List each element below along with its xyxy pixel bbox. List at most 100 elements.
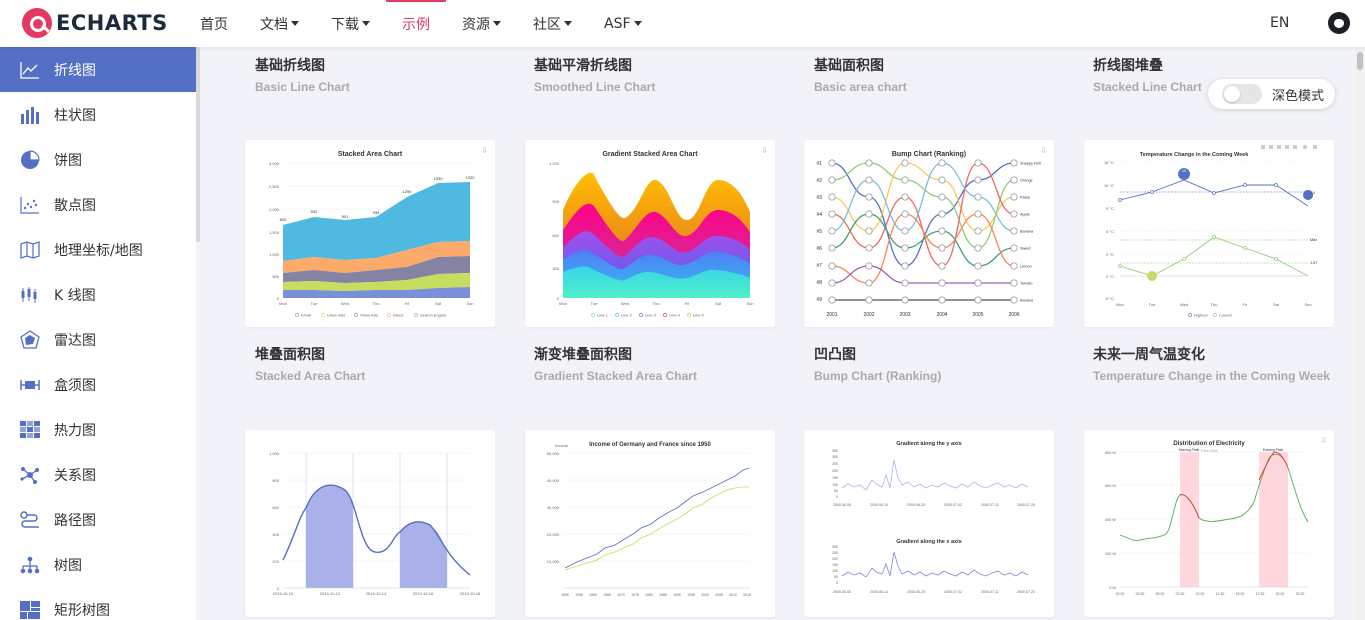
x-tick: 2019-10-12 <box>320 591 341 596</box>
rank-label: #3 <box>816 195 822 201</box>
nav-home[interactable]: 首页 <box>184 0 244 47</box>
nav-community[interactable]: 社区 <box>517 0 588 47</box>
rank-label: #9 <box>816 297 822 303</box>
thumb-electricity[interactable]: ⇩ Distribution of Electricity Fake Data … <box>1084 430 1334 617</box>
sidebar-item-map[interactable]: 地理坐标/地图 <box>0 227 196 272</box>
bar-chart-icon <box>20 105 40 125</box>
nav-asf[interactable]: ASF <box>588 0 658 47</box>
x-tick: 1950 <box>561 593 569 597</box>
language-switch[interactable]: EN <box>1270 15 1289 31</box>
heatmap-icon <box>20 420 40 440</box>
x-tick: 2000-07-20 <box>1017 590 1035 594</box>
nav-resources[interactable]: 资源 <box>446 0 517 47</box>
y-tick: 10 °C <box>1104 183 1114 188</box>
y-tick: 0 W <box>1109 586 1116 590</box>
sidebar-item-radar[interactable]: 雷达图 <box>0 317 196 362</box>
y-tick: 1,000 <box>269 252 280 257</box>
series-label: Pasta <box>1020 196 1031 200</box>
sidebar-item-line[interactable]: 折线图 <box>0 47 196 92</box>
example-subtitle: Temperature Change in the Coming Week <box>1093 369 1330 383</box>
legend-item: Email <box>301 313 311 318</box>
example-title[interactable]: 折线图堆叠 <box>1093 55 1163 75</box>
nav-label: 资源 <box>462 16 490 33</box>
sidebar-item-pie[interactable]: 饼图 <box>0 137 196 182</box>
thumb-income[interactable]: Income of Germany and France since 1950 … <box>525 430 775 617</box>
thumb-gradient-axis[interactable]: Gradient along the y axis 0 50 100 150 2… <box>804 430 1054 617</box>
page-scrollbar-thumb[interactable] <box>1357 52 1363 70</box>
series-label: Snappy Fish <box>1020 162 1041 166</box>
y-tick: 5 °C <box>1106 206 1114 211</box>
main-nav: 首页 文档 下载 示例 资源 社区 ASF <box>184 0 658 47</box>
x-tick: 1970 <box>617 593 625 597</box>
data-label: 1330 <box>434 176 444 181</box>
nav-label: 下载 <box>331 16 359 33</box>
x-tick: 00:00 <box>1116 592 1125 596</box>
thumb-bump-chart[interactable]: ⇩ Bump Chart (Ranking) #1 #2 #3 #4 #5 #6… <box>804 140 1054 327</box>
y-tick: 800 <box>272 478 279 483</box>
x-tick: 2000-07-11 <box>981 590 999 594</box>
dark-mode-switch[interactable] <box>1222 84 1262 104</box>
y-tick: 200 W <box>1105 552 1116 556</box>
y-tick: 300 <box>552 266 559 271</box>
nav-docs[interactable]: 文档 <box>244 0 315 47</box>
x-tick: Fri <box>405 301 410 306</box>
sidebar-item-graph[interactable]: 关系图 <box>0 452 196 497</box>
download-icon: ⇩ <box>481 146 488 155</box>
example-title[interactable]: 基础面积图 <box>814 55 884 75</box>
y-tick: -5 °C <box>1105 296 1114 301</box>
github-icon[interactable] <box>1328 12 1350 34</box>
nav-label: 首页 <box>200 16 228 33</box>
download-icon: ⇩ <box>1320 436 1327 445</box>
example-title[interactable]: 基础折线图 <box>255 55 325 75</box>
sidebar-item-label: 雷达图 <box>54 332 96 349</box>
sidebar-item-treemap[interactable]: 矩形树图 <box>0 587 196 620</box>
thumb-stacked-area[interactable]: ⇩ Stacked Area Chart 0 500 1,000 1,500 2… <box>245 140 495 327</box>
y-tick: 350 <box>832 449 838 453</box>
top-navbar: ECHARTS 首页 文档 下载 示例 资源 社区 ASF EN <box>0 0 1365 47</box>
legend-item: Line 1 <box>597 313 609 318</box>
chart-title: Distribution of Electricity <box>1173 441 1245 447</box>
thumb-gradient-stacked-area[interactable]: ⇩ Gradient Stacked Area Chart 0 300 600 … <box>525 140 775 327</box>
rank-label: #5 <box>816 229 822 235</box>
page-scrollbar[interactable] <box>1355 47 1365 620</box>
x-tick: Tue <box>311 301 319 306</box>
rank-label: #2 <box>816 178 822 184</box>
nav-download[interactable]: 下载 <box>315 0 386 47</box>
sidebar-item-tree[interactable]: 树图 <box>0 542 196 587</box>
sidebar-item-boxplot[interactable]: 盒须图 <box>0 362 196 407</box>
x-tick: 2015 <box>743 593 751 597</box>
thumb-temperature-change[interactable]: Temperature Change in the Coming Week 15… <box>1084 140 1334 327</box>
peak-label: Evening Peak <box>1263 448 1284 452</box>
candlestick-icon <box>20 285 40 305</box>
example-subtitle: Stacked Line Chart <box>1093 80 1202 94</box>
sidebar-item-heatmap[interactable]: 热力图 <box>0 407 196 452</box>
series-label: Sweet <box>1020 247 1031 251</box>
example-title[interactable]: 堆叠面积图 <box>255 344 325 364</box>
x-tick: 2000-06-14 <box>870 503 888 507</box>
nav-label: ASF <box>604 15 631 32</box>
x-tick: 05:00 <box>1156 592 1165 596</box>
y-tick: 0 <box>836 495 838 499</box>
y-tick: 50 <box>834 489 838 493</box>
example-title[interactable]: 基础平滑折线图 <box>534 55 632 75</box>
sidebar-item-lines[interactable]: 路径图 <box>0 497 196 542</box>
y-tick: 10,000 <box>547 559 560 564</box>
sidebar-item-candlestick[interactable]: K 线图 <box>0 272 196 317</box>
series-label: Tomato <box>1020 282 1032 286</box>
example-title[interactable]: 未来一周气温变化 <box>1093 344 1205 364</box>
nav-label: 社区 <box>533 16 561 33</box>
example-title[interactable]: 凹凸图 <box>814 344 856 364</box>
sidebar-item-label: 路径图 <box>54 512 96 529</box>
thumb-area-pieces[interactable]: 0 200 400 600 800 1,000 2019-10-10 2019-… <box>245 430 495 617</box>
boxplot-icon <box>20 375 40 395</box>
tree-icon <box>20 555 40 575</box>
sidebar-item-bar[interactable]: 柱状图 <box>0 92 196 137</box>
x-tick: Tue <box>1149 302 1157 307</box>
x-tick: 2010 <box>729 593 737 597</box>
nav-examples[interactable]: 示例 <box>386 0 446 47</box>
sidebar-item-scatter[interactable]: 散点图 <box>0 182 196 227</box>
example-title[interactable]: 渐变堆叠面积图 <box>534 344 632 364</box>
echarts-logo[interactable]: ECHARTS <box>22 8 168 38</box>
y-tick: 300 <box>832 455 838 459</box>
nav-label: 示例 <box>402 16 430 33</box>
